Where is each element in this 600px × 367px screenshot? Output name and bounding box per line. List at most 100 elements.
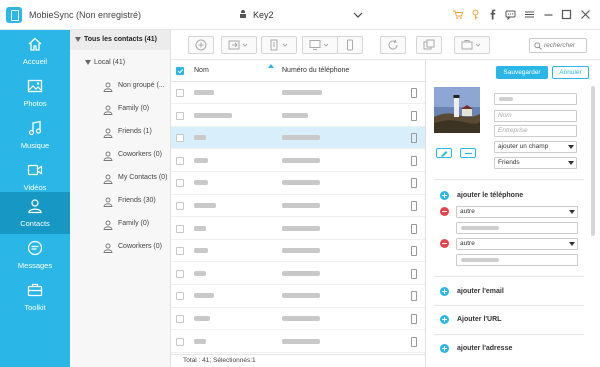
maximize-icon[interactable] <box>561 9 572 20</box>
contact-name-redacted <box>194 180 208 186</box>
table-row[interactable] <box>171 127 425 150</box>
menu-icon[interactable] <box>524 9 535 20</box>
table-row[interactable] <box>171 218 425 240</box>
phone-number-field[interactable] <box>456 254 578 266</box>
duplicate-button[interactable] <box>416 36 442 54</box>
table-row[interactable] <box>171 195 425 218</box>
scrollbar[interactable] <box>591 86 595 236</box>
table-row[interactable] <box>171 240 425 263</box>
group-item[interactable]: Friends (1) <box>103 125 170 141</box>
group-item-label: Non groupé (... <box>118 82 165 89</box>
add-field-select[interactable]: ajouter un champ <box>494 141 577 153</box>
minus-icon <box>465 152 472 155</box>
contact-name-redacted <box>194 316 210 321</box>
table-row[interactable] <box>171 105 425 127</box>
remove-photo-button[interactable] <box>460 148 476 158</box>
refresh-button[interactable] <box>380 36 406 54</box>
row-checkbox[interactable] <box>176 156 184 165</box>
cancel-button[interactable]: Annuler <box>552 66 589 79</box>
close-icon[interactable] <box>580 9 591 20</box>
sort-up-icon[interactable] <box>268 64 274 68</box>
chevron-down-icon <box>569 210 575 214</box>
group-item[interactable]: Family (0) <box>103 217 170 233</box>
add-address-label[interactable]: ajouter l'adresse <box>457 345 512 352</box>
triangle-down-icon <box>75 37 81 42</box>
group-item[interactable]: Family (0) <box>103 102 170 118</box>
sidebar-item-label: Photos <box>23 99 47 108</box>
group-item[interactable]: Coworkers (0) <box>103 240 170 256</box>
search-input[interactable] <box>544 40 586 51</box>
group-local[interactable]: Local (41) <box>70 56 170 72</box>
column-name[interactable]: Nom <box>194 67 209 74</box>
add-contact-button[interactable] <box>188 36 214 54</box>
table-row[interactable] <box>171 285 425 308</box>
phone-number-field[interactable] <box>456 222 578 234</box>
cart-icon[interactable] <box>452 9 463 20</box>
contact-phone-redacted <box>282 203 320 208</box>
import-button[interactable] <box>221 36 257 54</box>
export-button[interactable] <box>261 36 297 54</box>
edit-photo-button[interactable] <box>436 148 452 158</box>
add-email-icon[interactable] <box>440 287 449 296</box>
table-row[interactable] <box>171 331 425 353</box>
phone-icon <box>411 178 417 189</box>
select-all-checkbox[interactable] <box>176 67 184 75</box>
group-item[interactable]: My Contacts (0) <box>103 171 170 187</box>
row-checkbox[interactable] <box>176 224 184 233</box>
table-row[interactable] <box>171 172 425 195</box>
row-checkbox[interactable] <box>176 247 184 256</box>
first-name-field[interactable] <box>494 93 577 105</box>
add-address-icon[interactable] <box>440 344 449 353</box>
column-phone[interactable]: Numéro du téléphone <box>282 67 349 74</box>
sidebar-item-musique[interactable]: Musique <box>0 114 70 156</box>
contact-photo[interactable] <box>434 87 480 133</box>
last-name-field[interactable]: Nom <box>494 110 577 122</box>
add-url-icon[interactable] <box>440 315 449 324</box>
table-row[interactable] <box>171 82 425 105</box>
table-row[interactable] <box>171 263 425 285</box>
contact-phone-redacted <box>282 316 320 321</box>
add-email-label[interactable]: ajouter l'email <box>457 288 504 295</box>
sidebar-item-photos[interactable]: Photos <box>0 72 70 114</box>
table-row[interactable] <box>171 308 425 331</box>
phone-type-select[interactable]: autre <box>456 206 578 218</box>
row-checkbox[interactable] <box>176 269 184 278</box>
message-icon[interactable] <box>505 9 516 20</box>
group-item[interactable]: Coworkers (0) <box>103 148 170 164</box>
sidebar-item-messages[interactable]: Messages <box>0 234 70 276</box>
to-device-button[interactable] <box>337 36 363 54</box>
remove-phone-icon[interactable] <box>440 239 449 248</box>
group-all-contacts[interactable]: Tous les contacts (41) <box>70 30 170 50</box>
row-checkbox[interactable] <box>176 89 184 97</box>
add-url-label[interactable]: Ajouter l'URL <box>457 316 501 323</box>
group-item[interactable]: Non groupé (... <box>103 79 170 95</box>
save-button[interactable]: Sauvegarder <box>496 66 548 79</box>
table-row[interactable] <box>171 150 425 172</box>
group-item-label: Family (0) <box>118 220 150 227</box>
group-item[interactable]: Friends (30) <box>103 194 170 210</box>
more-button[interactable] <box>454 36 490 54</box>
phone-type-select[interactable]: autre <box>456 238 578 250</box>
row-checkbox[interactable] <box>176 202 184 210</box>
phone-icon <box>411 110 417 121</box>
facebook-icon[interactable] <box>487 9 498 20</box>
row-checkbox[interactable] <box>176 315 184 323</box>
sidebar-item-contacts[interactable]: Contacts <box>0 192 70 234</box>
sidebar-item-accueil[interactable]: Accueil <box>0 30 70 72</box>
key-icon[interactable] <box>470 9 481 20</box>
row-checkbox[interactable] <box>176 179 184 188</box>
transfer-button[interactable] <box>302 36 338 54</box>
row-checkbox[interactable] <box>176 134 184 143</box>
row-checkbox[interactable] <box>176 111 184 120</box>
add-phone-label[interactable]: ajouter le téléphone <box>457 192 523 199</box>
row-checkbox[interactable] <box>176 292 184 301</box>
add-phone-icon[interactable] <box>440 191 449 200</box>
group-select[interactable]: Friends <box>494 157 577 169</box>
photo-icon <box>27 79 43 93</box>
remove-phone-icon[interactable] <box>440 207 449 216</box>
minimize-icon[interactable] <box>543 9 554 20</box>
sidebar-item-toolkit[interactable]: Toolkit <box>0 276 70 318</box>
device-selector[interactable]: Key2 <box>235 5 365 25</box>
row-checkbox[interactable] <box>176 337 184 346</box>
company-field[interactable]: Entreprise <box>494 125 577 137</box>
